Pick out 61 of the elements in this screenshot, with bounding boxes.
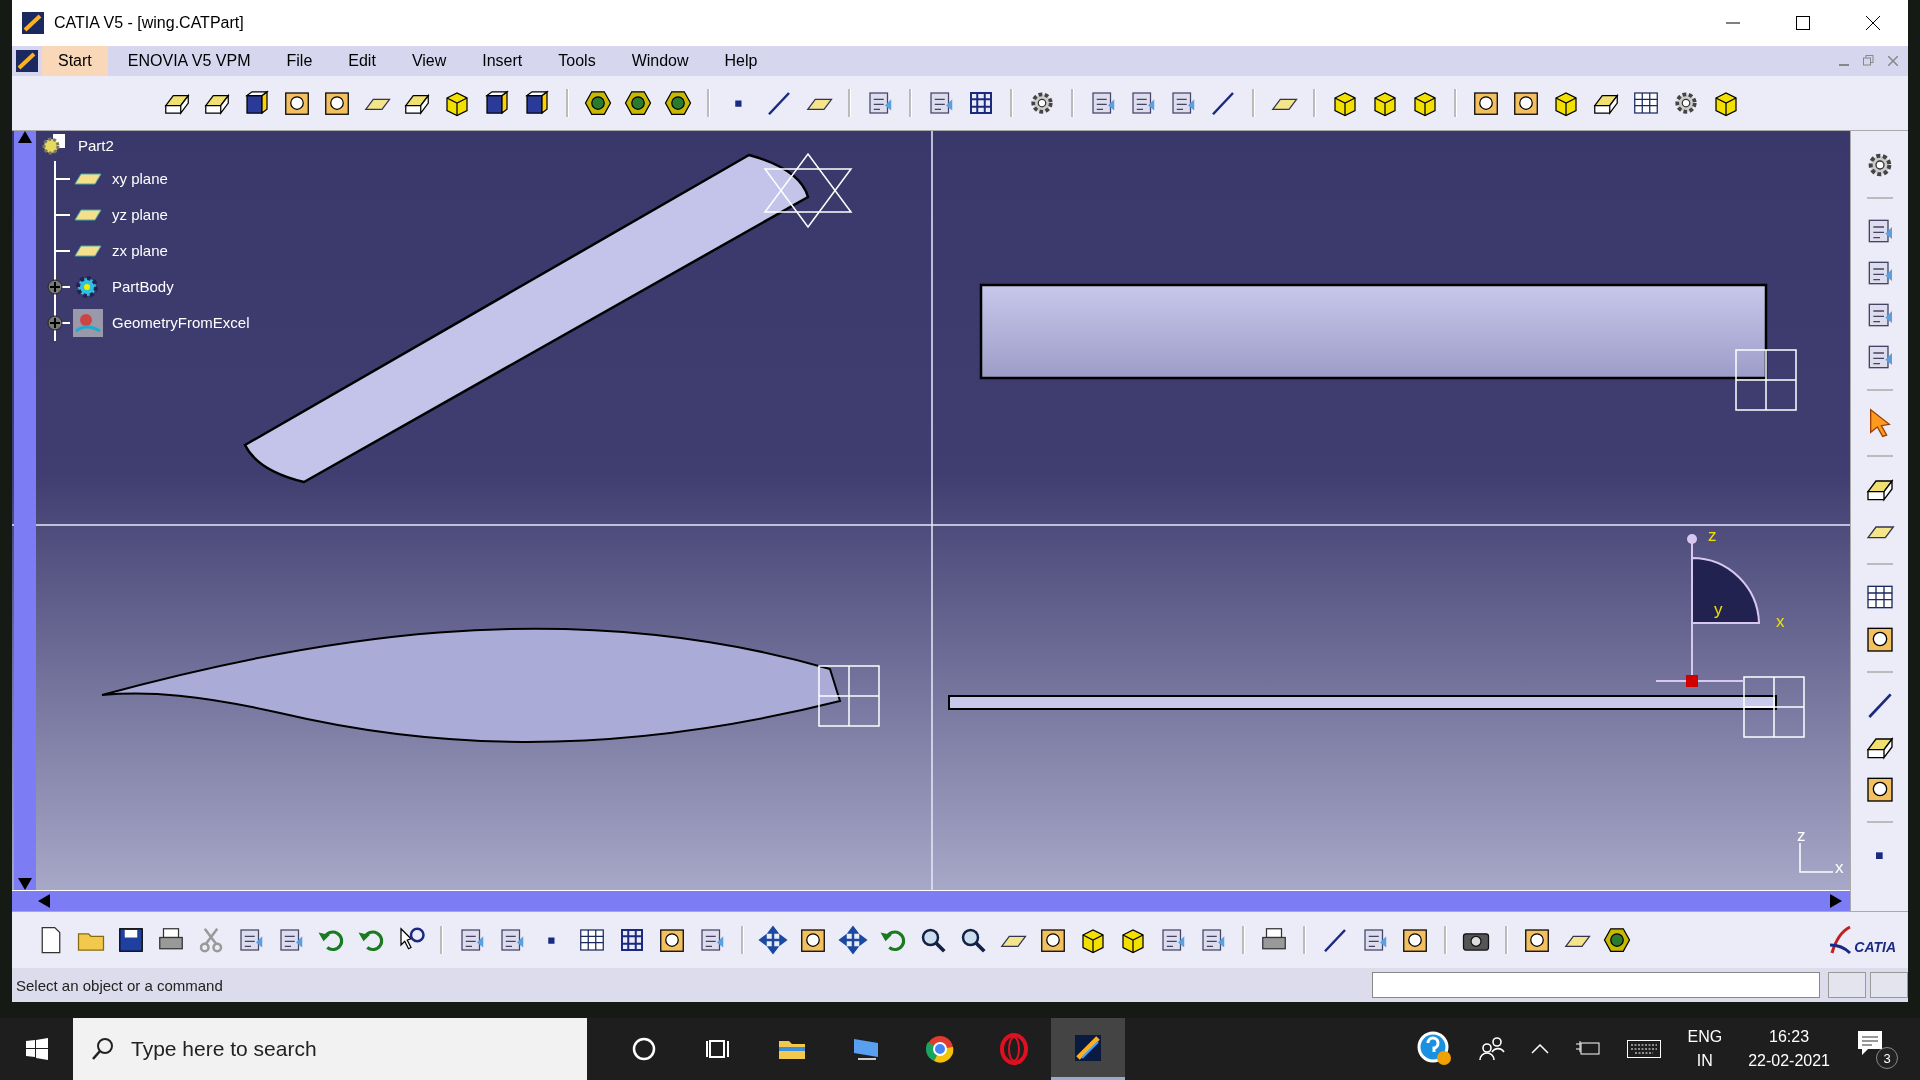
menu-item[interactable]: View: [395, 45, 463, 76]
plane-icon: [74, 171, 102, 186]
people-icon[interactable]: [1479, 1037, 1506, 1061]
minimize-icon[interactable]: [1726, 21, 1740, 24]
clock-time[interactable]: 16:23: [1769, 1028, 1810, 1046]
logo-text: CATIA: [1854, 939, 1896, 956]
menu-item[interactable]: ENOVIA V5 VPM: [111, 45, 267, 76]
battery-icon[interactable]: [1575, 1041, 1602, 1057]
axis-label: y: [1714, 599, 1723, 619]
menu-item[interactable]: File: [270, 45, 329, 76]
clock-date[interactable]: 22-02-2021: [1748, 1052, 1830, 1070]
tree-item[interactable]: Part2: [78, 137, 114, 155]
region-indicator[interactable]: IN: [1696, 1052, 1713, 1070]
notification-icon[interactable]: [1856, 1029, 1884, 1057]
crosshair-icon: [1735, 349, 1797, 411]
windows-icon[interactable]: [25, 1038, 48, 1060]
menu-item[interactable]: Help: [708, 45, 774, 76]
input-field[interactable]: [1372, 972, 1820, 999]
plane-icon: [74, 207, 102, 222]
expand-toggle[interactable]: [47, 314, 63, 331]
help-icon[interactable]: [1417, 1031, 1454, 1067]
target-icon: [763, 152, 853, 228]
search-field[interactable]: Type here to search: [73, 1018, 587, 1080]
crosshair-icon: [818, 665, 880, 727]
axis-label: x: [1835, 857, 1844, 877]
tree-item[interactable]: yz plane: [112, 206, 168, 224]
expand-toggle[interactable]: [47, 278, 63, 295]
plane-icon: [74, 243, 102, 258]
scroll-right-icon[interactable]: [1830, 894, 1842, 909]
crosshair-icon: [1743, 676, 1805, 738]
logo-icon: [1828, 925, 1853, 956]
keyboard-icon[interactable]: [1627, 1040, 1662, 1058]
window-title: CATIA V5 - [wing.CATPart]: [54, 13, 244, 32]
tree-item[interactable]: xy plane: [112, 170, 168, 188]
menu-item[interactable]: Start: [42, 45, 108, 76]
browser-icon: [924, 1033, 956, 1065]
app-icon: [22, 11, 44, 34]
notification-badge: 3: [1876, 1047, 1898, 1069]
chevron-up-icon[interactable]: [1531, 1044, 1550, 1054]
menu-item[interactable]: Edit: [332, 45, 392, 76]
close-icon[interactable]: [1866, 15, 1880, 30]
tree-item[interactable]: GeometryFromExcel: [112, 314, 250, 332]
language-indicator[interactable]: ENG: [1687, 1028, 1723, 1046]
geometry-icon: [73, 308, 103, 337]
status-message: Select an object or a command: [16, 976, 223, 994]
taskbar-button[interactable]: [1051, 1018, 1125, 1080]
axis-label: z: [1797, 825, 1806, 845]
menu-item[interactable]: Window: [615, 45, 705, 76]
compass-axes: [1799, 842, 1834, 873]
scroll-left-icon[interactable]: [38, 894, 50, 909]
maximize-icon[interactable]: [1796, 15, 1810, 30]
tree-item[interactable]: zx plane: [112, 242, 168, 260]
axis-label: x: [1776, 611, 1785, 631]
pan-icon[interactable]: [758, 925, 788, 956]
pan-icon[interactable]: [838, 925, 868, 956]
menu-item[interactable]: Tools: [542, 45, 612, 76]
ring-icon: [998, 1033, 1030, 1065]
tree-item[interactable]: PartBody: [112, 278, 174, 296]
app-icon[interactable]: [14, 49, 40, 72]
menu-item[interactable]: Insert: [466, 45, 539, 76]
axis-label: z: [1708, 525, 1717, 545]
